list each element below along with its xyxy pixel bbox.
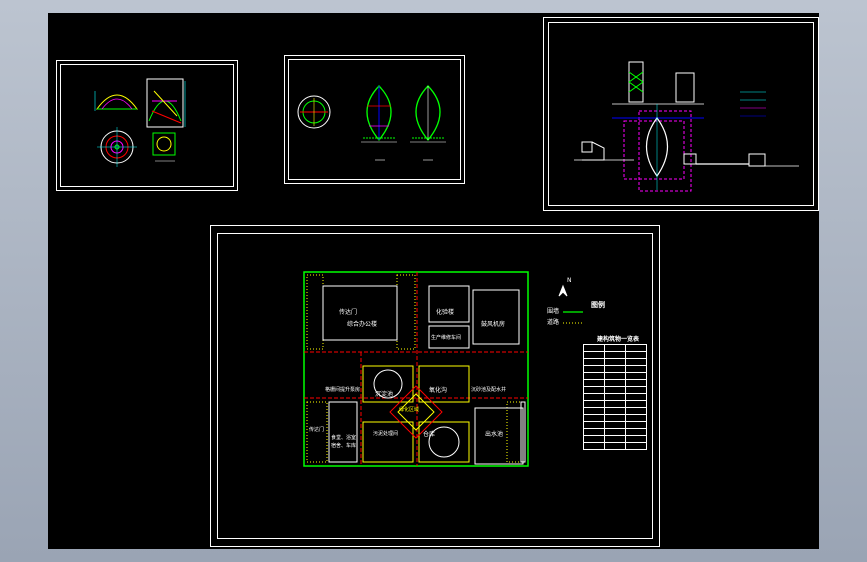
zone-outlet: 出水池 (485, 431, 504, 438)
zone-gate-bottom-left: 传达门 (309, 427, 325, 433)
zone-mid-label-right: 沉砂池及配水井 (471, 387, 507, 393)
building-list-table (583, 344, 647, 450)
zone-mid-label-left: 格栅间提升泵房 (325, 387, 361, 393)
sheet-3-drawing (574, 61, 799, 192)
legend-item-wall: 围墙 (547, 308, 560, 315)
sheet-3-frame[interactable] (543, 17, 819, 211)
sheet-4-frame[interactable]: 传达门 综合办公楼 化验楼 生产维修车间 鼓风机房 格栅间提升泵房 沉淀池 氧化… (210, 225, 660, 547)
legend-title: 图例 (591, 301, 605, 309)
zone-pump-room: 鼓风机房 (481, 321, 506, 328)
legend-item-road: 道路 (547, 319, 560, 326)
north-label: N (567, 277, 572, 284)
zone-tank-left: 沉淀池 (375, 391, 394, 398)
zone-storage: 仓库 (423, 431, 436, 438)
zone-tank-right: 氧化沟 (429, 387, 448, 394)
sheet-2-frame[interactable] (284, 55, 465, 184)
zone-rest-left2: 宿舍、车库 (331, 443, 357, 449)
zone-gate-top-left: 传达门 (339, 309, 358, 316)
zone-office-building: 综合办公楼 (347, 321, 378, 328)
zone-workshop: 生产维修车间 (431, 335, 462, 341)
sheet-2-drawing (297, 85, 446, 161)
cad-canvas[interactable]: 传达门 综合办公楼 化验楼 生产维修车间 鼓风机房 格栅间提升泵房 沉淀池 氧化… (48, 13, 819, 549)
zone-green-area: 绿化区域 (399, 407, 420, 413)
table-title: 建构筑物一览表 (597, 336, 640, 343)
zone-sludge: 污泥处理间 (373, 431, 399, 437)
zone-rest-left: 食堂、浴室 (331, 435, 357, 441)
zone-lab: 化验楼 (436, 309, 455, 316)
sheet-1-drawing (94, 78, 186, 167)
sheet-1-frame[interactable] (56, 60, 238, 191)
